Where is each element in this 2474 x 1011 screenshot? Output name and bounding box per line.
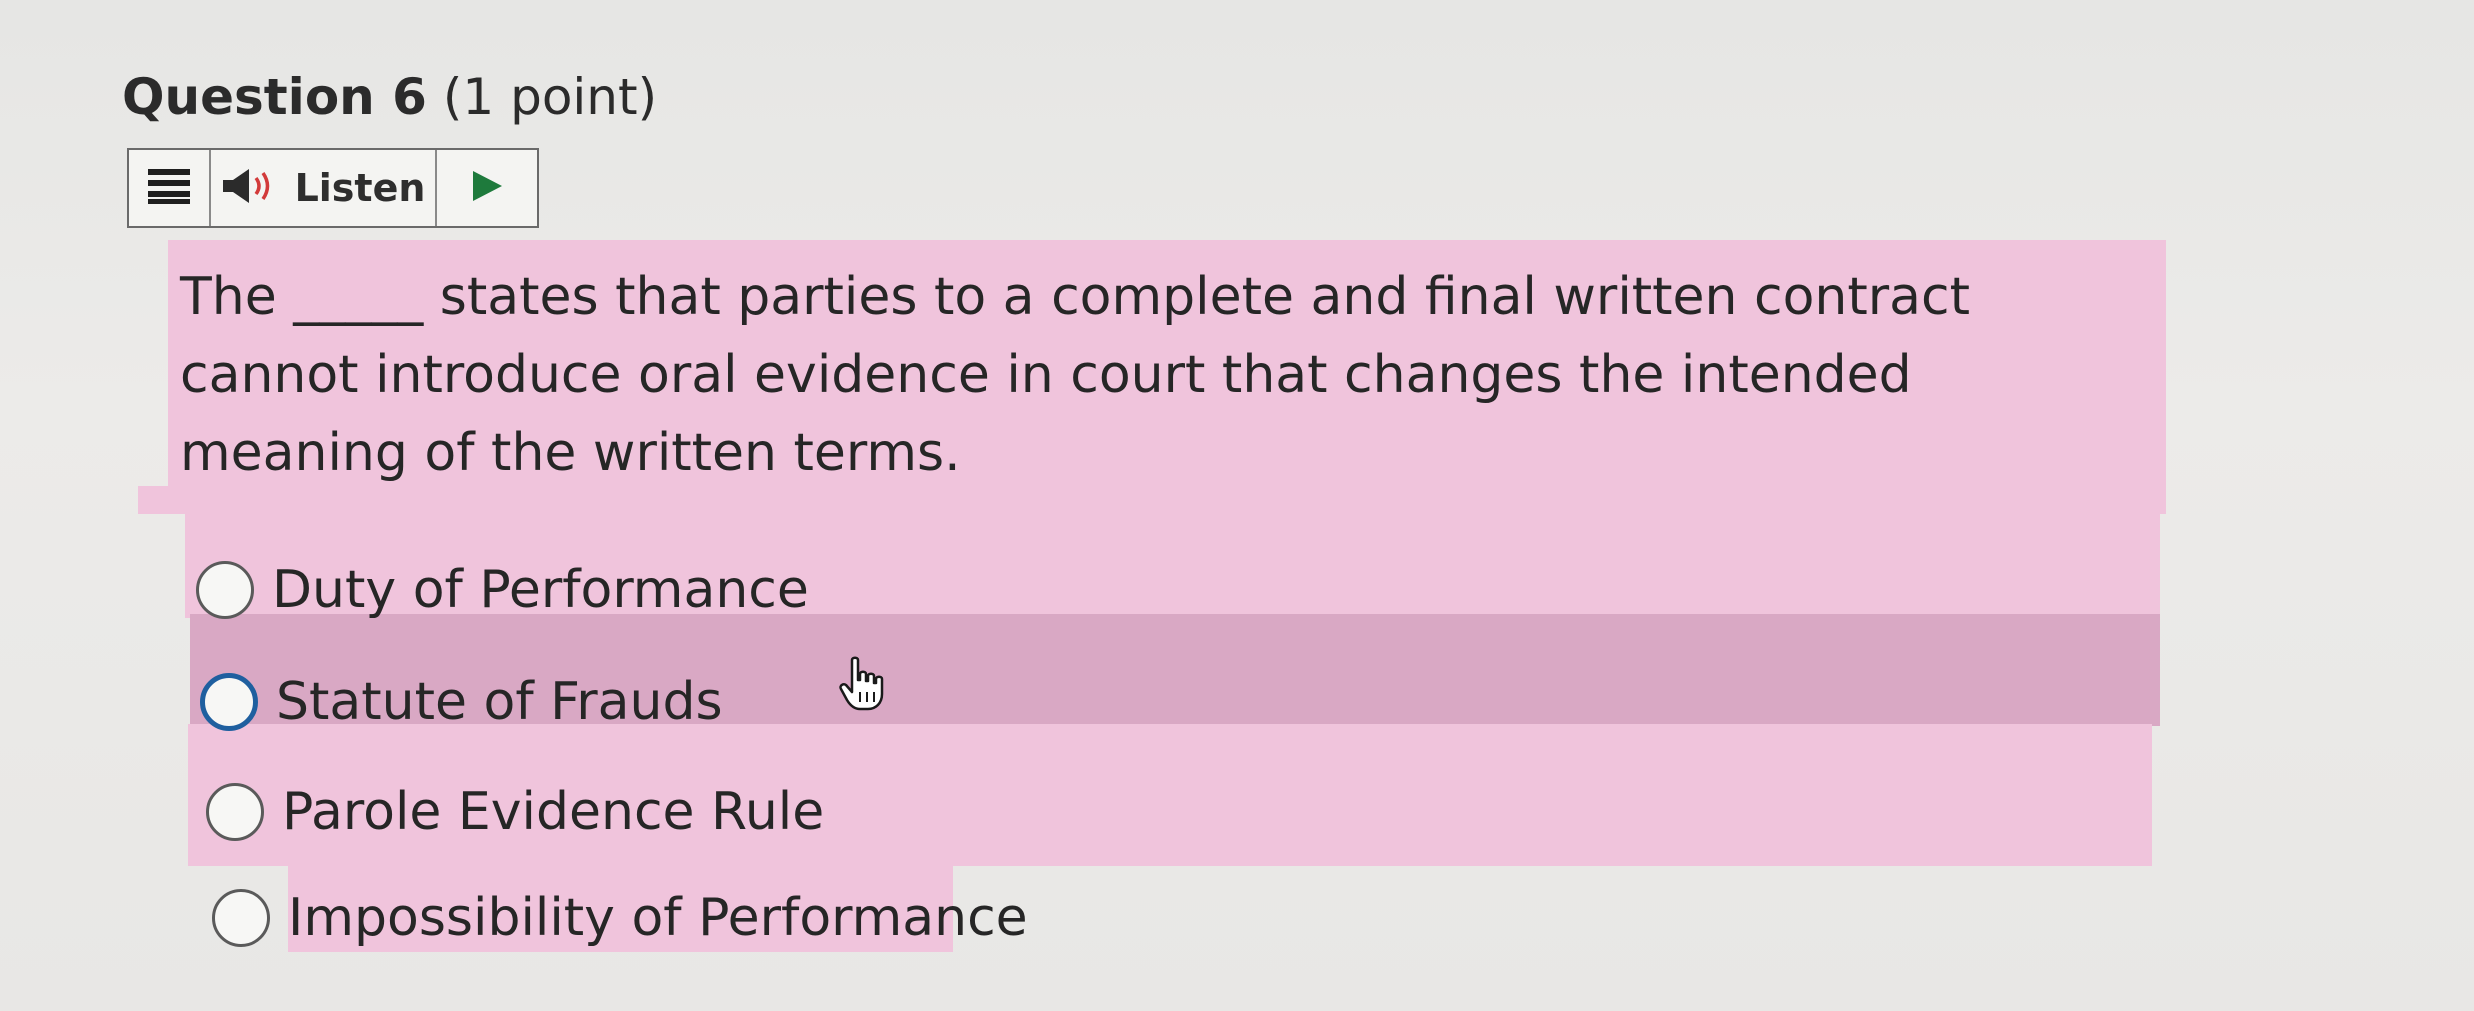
- option-label: Parole Evidence Rule: [282, 782, 825, 842]
- hand-pointer-icon: [838, 656, 888, 716]
- radio-button[interactable]: [196, 561, 254, 619]
- question-points: (1 point): [442, 68, 658, 126]
- option-label: Impossibility of Performance: [288, 888, 1028, 948]
- listen-menu-button[interactable]: [129, 150, 211, 226]
- answer-option[interactable]: Impossibility of Performance: [212, 888, 1028, 948]
- play-triangle-icon: [469, 168, 505, 208]
- answer-option[interactable]: Statute of Frauds: [200, 672, 723, 732]
- radio-button[interactable]: [206, 783, 264, 841]
- question-title: Question 6: [122, 68, 427, 126]
- answer-option[interactable]: Parole Evidence Rule: [206, 782, 824, 842]
- play-button[interactable]: [437, 150, 537, 226]
- question-heading: Question 6 (1 point): [122, 62, 657, 132]
- radio-button[interactable]: [200, 673, 258, 731]
- speaker-icon: [221, 166, 279, 210]
- listen-label: Listen: [294, 166, 426, 210]
- answer-option[interactable]: Duty of Performance: [196, 560, 809, 620]
- option-label: Statute of Frauds: [276, 672, 723, 732]
- radio-button[interactable]: [212, 889, 270, 947]
- menu-lines-icon: [146, 166, 192, 210]
- listen-toolbar: Listen: [127, 148, 539, 228]
- option-label: Duty of Performance: [272, 560, 809, 620]
- listen-button[interactable]: Listen: [211, 150, 437, 226]
- question-text: The _____ states that parties to a compl…: [180, 267, 1970, 483]
